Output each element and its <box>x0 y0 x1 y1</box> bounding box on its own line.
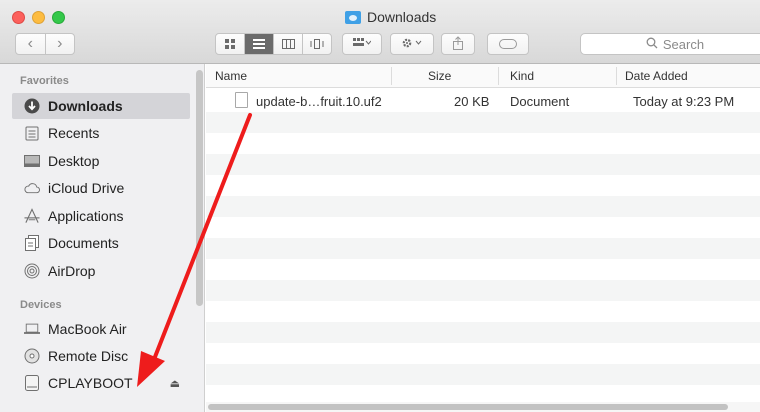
sidebar-item-downloads[interactable]: Downloads <box>12 93 190 119</box>
gear-icon <box>401 37 423 52</box>
sidebar-item-airdrop[interactable]: AirDrop <box>12 258 190 284</box>
sidebar-item-remote-disc[interactable]: Remote Disc <box>12 343 190 369</box>
column-view-icon[interactable] <box>273 34 302 54</box>
sidebar-item-label: Desktop <box>48 153 100 169</box>
search-field[interactable]: Search <box>580 33 760 55</box>
icon-view-icon[interactable] <box>216 34 244 54</box>
devices-heading: Devices <box>20 299 62 311</box>
tag-icon <box>499 39 517 49</box>
empty-row <box>206 175 760 196</box>
sidebar-item-recents[interactable]: Recents <box>12 120 190 146</box>
search-placeholder: Search <box>662 36 705 52</box>
window-title-text: Downloads <box>367 9 437 25</box>
sidebar-item-desktop[interactable]: Desktop <box>12 148 190 174</box>
empty-row <box>206 154 760 175</box>
cloud-icon <box>24 180 40 196</box>
desktop-icon <box>24 153 40 169</box>
sidebar-item-label: Documents <box>48 235 119 251</box>
zoom-button[interactable] <box>52 11 65 24</box>
empty-row <box>206 322 760 343</box>
disc-icon <box>24 348 40 364</box>
sidebar-item-applications[interactable]: Applications <box>12 203 190 229</box>
empty-row <box>206 343 760 364</box>
window-toolbar: Downloads ‹ › Search <box>0 0 760 64</box>
column-divider[interactable] <box>498 67 499 85</box>
file-row[interactable]: update-b…fruit.10.uf2 20 KB Document Tod… <box>206 91 760 112</box>
column-divider[interactable] <box>616 67 617 85</box>
action-button[interactable] <box>390 33 434 55</box>
recents-icon <box>24 125 40 141</box>
arrange-icon <box>353 37 372 51</box>
cover-flow-icon[interactable] <box>302 34 331 54</box>
empty-row <box>206 238 760 259</box>
minimize-button[interactable] <box>32 11 45 24</box>
empty-row <box>206 112 760 133</box>
sidebar-item-icloud-drive[interactable]: iCloud Drive <box>12 175 190 201</box>
file-size: 20 KB <box>454 94 490 109</box>
column-divider[interactable] <box>391 67 392 85</box>
column-header-name[interactable]: Name <box>215 69 247 83</box>
file-date-added: Today at 9:23 PM <box>633 94 735 109</box>
downloads-folder-icon <box>345 10 361 24</box>
sidebar-item-label: iCloud Drive <box>48 180 125 196</box>
back-forward-group: ‹ › <box>15 33 75 55</box>
sidebar-item-label: CPLAYBOOT <box>48 375 133 391</box>
document-icon <box>235 92 248 108</box>
sidebar-item-macbook-air[interactable]: MacBook Air <box>12 316 190 342</box>
column-header-size[interactable]: Size <box>428 69 451 83</box>
laptop-icon <box>24 321 40 337</box>
empty-row <box>206 259 760 280</box>
file-kind: Document <box>510 94 570 109</box>
applications-icon <box>24 208 40 224</box>
file-list: Name Size Kind Date Added update-b…fruit… <box>206 64 760 412</box>
column-header-date-added[interactable]: Date Added <box>625 69 688 83</box>
empty-row <box>206 280 760 301</box>
download-icon <box>24 98 40 114</box>
close-button[interactable] <box>12 11 25 24</box>
sidebar-item-label: Applications <box>48 208 124 224</box>
favorites-heading: Favorites <box>20 75 69 87</box>
horizontal-scrollbar-thumb[interactable] <box>208 404 728 410</box>
sidebar-item-label: MacBook Air <box>48 321 127 337</box>
view-mode-group <box>215 33 332 55</box>
window-title: Downloads <box>345 8 436 26</box>
sidebar: Favorites Downloads Recents Desktop iClo… <box>0 64 205 412</box>
chevron-right-icon[interactable]: › <box>44 34 75 54</box>
list-view-icon[interactable] <box>244 34 273 54</box>
empty-row <box>206 196 760 217</box>
sidebar-item-label: Downloads <box>48 98 123 114</box>
share-icon <box>452 35 464 53</box>
sidebar-item-label: Remote Disc <box>48 348 129 364</box>
sidebar-scrollbar[interactable] <box>196 70 203 306</box>
horizontal-scrollbar[interactable] <box>206 402 760 412</box>
search-icon <box>646 37 658 52</box>
sidebar-item-label: Recents <box>48 125 100 141</box>
column-header-kind[interactable]: Kind <box>510 69 534 83</box>
list-header: Name Size Kind Date Added <box>206 64 760 88</box>
empty-row <box>206 217 760 238</box>
eject-icon[interactable]: ⏏ <box>170 377 180 390</box>
sidebar-item-documents[interactable]: Documents <box>12 230 190 256</box>
drive-icon <box>24 375 40 391</box>
airdrop-icon <box>24 263 40 279</box>
share-button[interactable] <box>441 33 475 55</box>
empty-row <box>206 133 760 154</box>
documents-icon <box>24 235 40 251</box>
empty-row <box>206 364 760 385</box>
file-name: update-b…fruit.10.uf2 <box>256 94 382 109</box>
arrange-button[interactable] <box>342 33 382 55</box>
sidebar-item-cplayboot[interactable]: CPLAYBOOT ⏏ <box>12 370 190 396</box>
empty-row <box>206 301 760 322</box>
tags-button[interactable] <box>487 33 529 55</box>
chevron-left-icon[interactable]: ‹ <box>16 34 45 54</box>
sidebar-item-label: AirDrop <box>48 263 96 279</box>
